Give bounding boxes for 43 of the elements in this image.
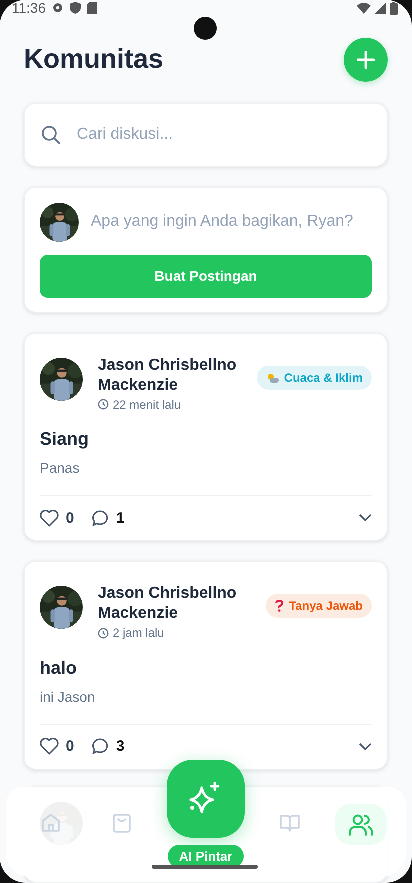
post-time: 2 jam lalu	[113, 626, 164, 640]
battery-icon	[390, 2, 398, 15]
shopping-bag-icon	[110, 812, 133, 834]
heart-icon[interactable]	[40, 738, 59, 756]
book-icon	[279, 812, 302, 834]
author-name: Jason Chrisbellno Mackenzie	[98, 356, 238, 396]
comment-icon[interactable]	[92, 510, 110, 527]
comment-count: 1	[116, 510, 125, 527]
post-body: ini Jason	[40, 688, 96, 705]
signal-icon	[375, 2, 386, 14]
search-icon	[41, 124, 61, 145]
post-body: Panas	[40, 460, 80, 476]
like-count: 0	[66, 510, 74, 527]
plus-icon	[357, 50, 375, 69]
camera-hole	[194, 17, 217, 40]
category-tag: Cuaca & Iklim	[257, 366, 372, 390]
search-field[interactable]: Cari diskusi...	[75, 124, 339, 145]
category-tag: Tanya Jawab	[266, 594, 372, 618]
expand-button[interactable]	[359, 514, 372, 522]
chevron-down-icon	[359, 742, 372, 751]
clock-icon	[98, 628, 109, 639]
post-time: 22 menit lalu	[113, 398, 182, 412]
create-post-button[interactable]: Buat Postingan	[40, 254, 372, 298]
post-input[interactable]: Apa yang ingin Anda bagikan, Ryan?	[91, 213, 372, 232]
sun-cloud-icon	[266, 372, 280, 384]
comment-count: 3	[116, 738, 125, 756]
sd-card-icon	[87, 2, 97, 14]
status-time: 11:36	[12, 0, 46, 16]
page-title: Komunitas	[24, 44, 164, 76]
chevron-down-icon	[359, 514, 372, 522]
shield-icon	[70, 2, 81, 14]
clock-icon	[98, 399, 109, 410]
like-count: 0	[66, 738, 74, 756]
search-bar[interactable]: Cari diskusi...	[24, 102, 388, 167]
wifi-icon	[357, 2, 371, 14]
comment-icon[interactable]	[92, 738, 110, 756]
expand-button[interactable]	[359, 742, 372, 751]
author-name: Jason Chrisbellno Mackenzie	[98, 584, 238, 624]
post-title: Siang	[40, 429, 90, 450]
post-title: halo	[40, 658, 78, 679]
question-mark-icon	[275, 600, 284, 612]
home-icon	[40, 812, 62, 834]
heart-icon[interactable]	[40, 510, 59, 527]
